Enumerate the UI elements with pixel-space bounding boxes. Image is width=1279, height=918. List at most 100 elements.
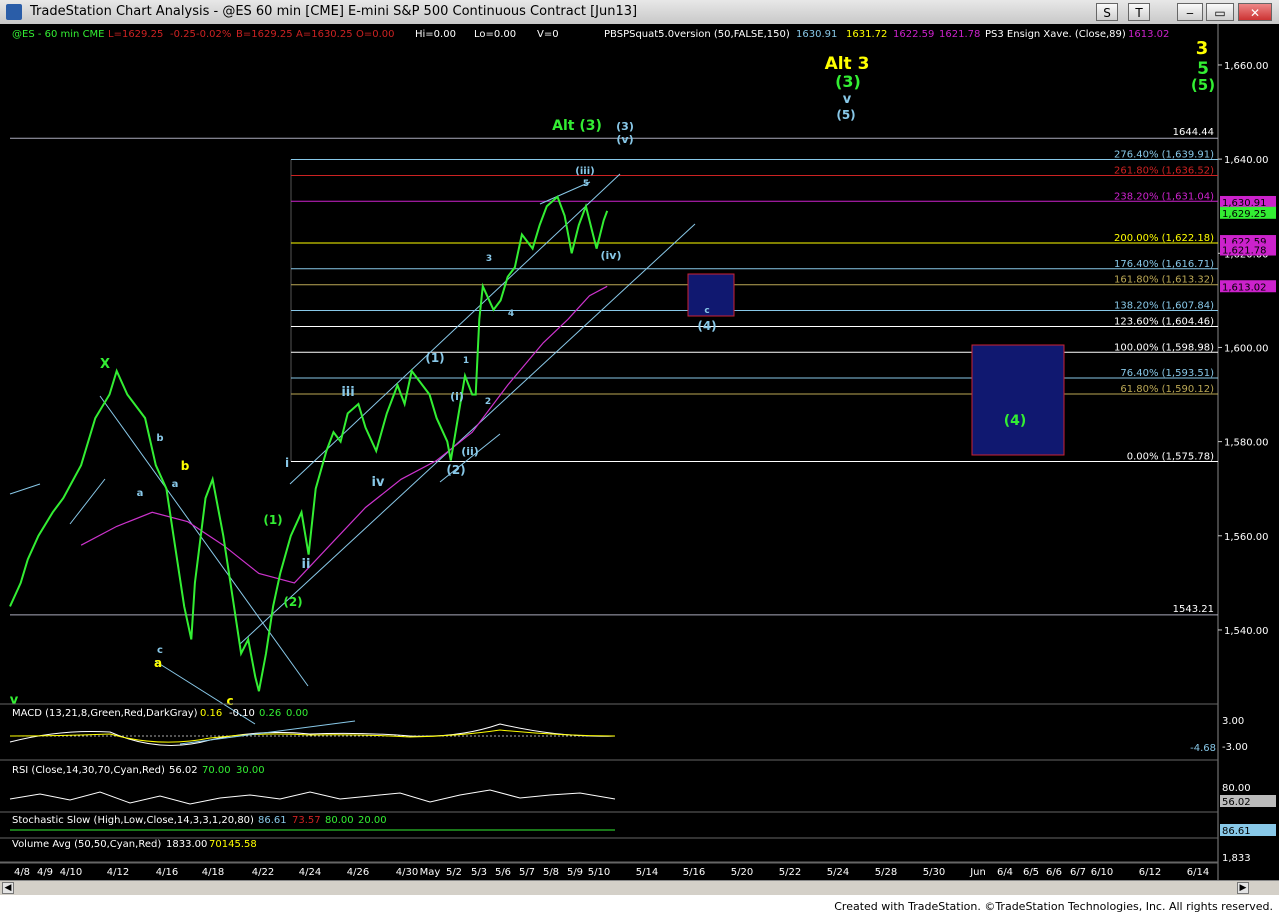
window-titlebar: TradeStation Chart Analysis - @ES 60 min… <box>0 0 1279 25</box>
price-series-line <box>9 195 609 692</box>
horizontal-scrollbar[interactable]: ◀ ▶ <box>0 880 1279 895</box>
price-chart[interactable]: 1,660.001,640.001,620.001,600.001,580.00… <box>0 24 1279 880</box>
header-field: Lo=0.00 <box>474 29 516 40</box>
rsi-value: 70.00 <box>202 765 231 776</box>
wave-label: (4) <box>1004 413 1027 429</box>
wave-label: 4 <box>508 309 514 319</box>
wave-label: 2 <box>485 397 491 407</box>
header-field: A=1630.25 <box>296 29 353 40</box>
horizontal-line-label: 1543.21 <box>1173 604 1214 615</box>
x-tick-label: 5/24 <box>827 867 849 878</box>
wave-label: (1) <box>263 513 282 527</box>
wave-label: Alt (3) <box>552 118 602 134</box>
wave-label: (iii) <box>575 166 594 177</box>
target-box-4 <box>971 344 1065 456</box>
header-field: -0.25 <box>170 29 196 40</box>
x-tick-label: 5/28 <box>875 867 897 878</box>
volume-axis-label: 1,833 <box>1222 853 1251 864</box>
rsi-flag-label: 56.02 <box>1222 797 1251 808</box>
price-flag-label: 1,629.25 <box>1222 209 1267 220</box>
fib-level-label: 200.00% (1,622.18) <box>1114 233 1214 244</box>
wave-label: i <box>285 456 289 470</box>
close-button[interactable]: ✕ <box>1238 3 1272 21</box>
indicator-value: 1621.78 <box>939 29 980 40</box>
macd-name: MACD (13,21,8,Green,Red,DarkGray) <box>12 708 198 719</box>
volume-value: 70145.58 <box>209 839 257 850</box>
macd-value: -0.10 <box>229 708 255 719</box>
y-tick-label: 1,640.00 <box>1224 155 1269 166</box>
wave-label: Alt 3 <box>825 54 870 74</box>
x-tick-label: 5/14 <box>636 867 658 878</box>
wave-label: (3) <box>835 72 861 91</box>
fib-level-label: 138.20% (1,607.84) <box>1114 301 1214 312</box>
fib-level-label: 123.60% (1,604.46) <box>1114 316 1214 327</box>
wave-label: (2) <box>283 595 302 609</box>
y-tick-label: 1,600.00 <box>1224 343 1269 354</box>
header-field: B=1629.25 <box>236 29 293 40</box>
indicator-value: 1631.72 <box>846 29 887 40</box>
x-tick-label: 4/30 <box>396 867 418 878</box>
wave-label: iii <box>341 385 354 400</box>
x-tick-label: 5/7 <box>519 867 535 878</box>
scroll-right-arrow-icon[interactable]: ▶ <box>1237 882 1249 894</box>
x-tick-label: 4/8 <box>14 867 30 878</box>
wave-label: 1 <box>463 356 469 366</box>
wave-label: c <box>226 694 233 708</box>
macd-value: 0.16 <box>200 708 222 719</box>
target-box-c <box>687 273 735 317</box>
rsi-value: 56.02 <box>169 765 198 776</box>
t-button[interactable]: T <box>1128 3 1150 21</box>
fib-level-label: 61.80% (1,590.12) <box>1120 384 1214 395</box>
fib-level-label: 100.00% (1,598.98) <box>1114 342 1214 353</box>
x-tick-label: 5/20 <box>731 867 753 878</box>
rsi-name: RSI (Close,14,30,70,Cyan,Red) <box>12 765 165 776</box>
chart-area[interactable]: 1,660.001,640.001,620.001,600.001,580.00… <box>0 24 1279 880</box>
wave-label: (3) <box>616 120 634 133</box>
x-tick-label: 5/16 <box>683 867 705 878</box>
x-tick-label: 6/5 <box>1023 867 1039 878</box>
x-tick-label: 4/10 <box>60 867 82 878</box>
volume-value: 1833.00 <box>166 839 207 850</box>
minimize-button[interactable]: ‒ <box>1177 3 1203 21</box>
rsi-line <box>9 789 616 805</box>
price-flag-label: 1,613.02 <box>1222 282 1267 293</box>
fib-level-label: 176.40% (1,616.71) <box>1114 259 1214 270</box>
fib-level-label: 76.40% (1,593.51) <box>1120 368 1214 379</box>
scroll-left-arrow-icon[interactable]: ◀ <box>2 882 14 894</box>
y-tick-label: 1,580.00 <box>1224 438 1269 449</box>
stoch-value: 20.00 <box>358 815 387 826</box>
x-tick-label: 4/18 <box>202 867 224 878</box>
wave-label: (i) <box>450 390 464 403</box>
y-tick-label: 1,540.00 <box>1224 626 1269 637</box>
header-field: V=0 <box>537 29 559 40</box>
macd-value: 0.26 <box>259 708 281 719</box>
header-field: @ES - 60 min CME <box>12 29 105 40</box>
indicator2-value: 1613.02 <box>1128 29 1169 40</box>
trend-line <box>239 223 696 645</box>
indicator2-name: PS3 Ensign Xave. (Close,89) <box>985 29 1126 40</box>
stoch-value: 86.61 <box>258 815 287 826</box>
horizontal-line-label: 1644.44 <box>1173 127 1214 138</box>
maximize-button[interactable]: ▭ <box>1206 3 1234 21</box>
x-tick-label: 5/9 <box>567 867 583 878</box>
trend-line <box>99 395 309 687</box>
s-button[interactable]: S <box>1096 3 1118 21</box>
wave-label: 3 <box>1196 38 1209 59</box>
wave-label: 3 <box>486 254 492 264</box>
x-tick-label: 6/10 <box>1091 867 1113 878</box>
x-tick-label: 6/4 <box>997 867 1013 878</box>
wave-label: v <box>843 92 852 107</box>
fib-level-label: 238.20% (1,631.04) <box>1114 191 1214 202</box>
x-tick-label: 6/6 <box>1046 867 1062 878</box>
wave-label: 5 <box>583 179 589 189</box>
wave-label: c <box>704 306 709 316</box>
macd-axis-label: 3.00 <box>1222 716 1244 727</box>
wave-label: (1) <box>425 351 444 365</box>
indicator-value: 1630.91 <box>796 29 837 40</box>
x-tick-label: 5/3 <box>471 867 487 878</box>
wave-label: ii <box>302 557 311 572</box>
footer: Created with TradeStation. ©TradeStation… <box>0 895 1279 918</box>
stoch-value: 73.57 <box>292 815 321 826</box>
x-tick-label: 4/9 <box>37 867 53 878</box>
wave-label: X <box>100 357 110 372</box>
